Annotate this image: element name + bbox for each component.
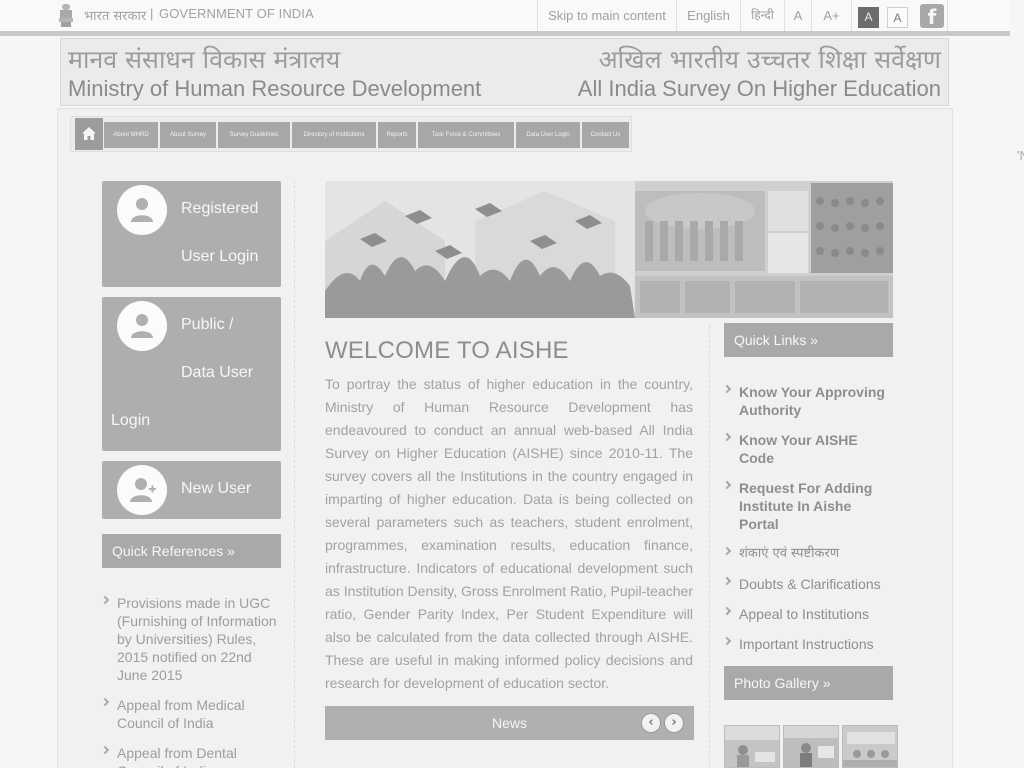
chevron-right-icon (722, 480, 732, 490)
news-label: News (491, 715, 527, 731)
government-english-label: GOVERNMENT OF INDIA (159, 6, 314, 21)
quick-link-item[interactable]: Know Your Approving Authority (722, 383, 894, 419)
nav-contact-us[interactable]: Contact Us (582, 122, 629, 148)
nav-reports[interactable]: Reports (378, 122, 416, 148)
chevron-right-icon (722, 432, 732, 442)
facebook-icon[interactable]: f (920, 4, 944, 29)
contrast-light-button[interactable]: A (887, 7, 908, 28)
registered-login-line1: Registered (181, 200, 259, 217)
quick-link-item[interactable]: Appeal to Institutions (722, 605, 894, 623)
nav-about-survey[interactable]: About Survey (160, 122, 216, 148)
skip-to-main-link[interactable]: Skip to main content (537, 0, 676, 31)
user-avatar-icon (117, 185, 167, 235)
ministry-english-title: Ministry of Human Resource Development (68, 76, 482, 101)
quick-link-item[interactable]: Request For Adding Institute In Aishe Po… (722, 479, 894, 533)
contrast-dark-button[interactable]: A (858, 7, 879, 28)
survey-hindi-title: अखिल भारतीय उच्चतर शिक्षा सर्वेक्षण (598, 45, 941, 74)
nav-data-user-login[interactable]: Data User Login (516, 122, 580, 148)
nav-task-force-committees[interactable]: Task Force & Committees (418, 122, 514, 148)
quick-references-heading: Quick References » (102, 534, 281, 568)
column-divider (294, 180, 295, 768)
nav-survey-guidelines[interactable]: Survey Guidelines (218, 122, 290, 148)
news-ticker: News ‹ › (325, 706, 694, 740)
gallery-thumbnail[interactable] (724, 725, 780, 768)
news-next-button[interactable]: › (664, 713, 684, 733)
photo-gallery-heading[interactable]: Photo Gallery » (724, 666, 893, 700)
font-size-increase-button[interactable]: A+ (811, 0, 851, 31)
quick-link-item[interactable]: Know Your AISHE Code (722, 431, 894, 467)
top-divider (0, 31, 1010, 36)
quick-links-heading: Quick Links » (724, 323, 893, 357)
chevron-right-icon (100, 697, 110, 707)
site-banner: मानव संसाधन विकास मंत्रालय Ministry of H… (60, 38, 949, 106)
language-hindi-link[interactable]: हिन्दी (740, 0, 784, 31)
chevron-right-icon (100, 595, 110, 605)
chevron-right-icon (722, 606, 732, 616)
chevron-right-icon (722, 384, 732, 394)
public-login-line1: Public / (181, 316, 234, 333)
language-english-link[interactable]: English (676, 0, 740, 31)
quick-reference-item[interactable]: Provisions made in UGC (Furnishing of In… (100, 594, 282, 684)
welcome-description: To portray the status of higher educatio… (325, 376, 693, 691)
chevron-right-icon (100, 745, 110, 755)
utility-divider (851, 0, 852, 31)
government-label-separator: | (150, 6, 154, 21)
public-login-line2: Data User (181, 364, 254, 381)
ministry-hindi-title: मानव संसाधन विकास मंत्रालय (68, 45, 341, 74)
hero-graduation-image (325, 181, 893, 318)
new-user-button[interactable]: New User (102, 461, 281, 519)
add-user-icon (117, 465, 167, 515)
news-prev-button[interactable]: ‹ (641, 713, 661, 733)
quick-link-item[interactable]: Important Instructions (722, 635, 894, 653)
gallery-thumbnail[interactable] (842, 725, 898, 768)
survey-english-title: All India Survey On Higher Education (577, 76, 941, 101)
public-data-user-login-button[interactable]: Public / Data User Login (102, 297, 281, 451)
edge-text-fragment: 'N (1017, 148, 1024, 163)
quick-reference-item[interactable]: Appeal from Medical Council of India (100, 696, 282, 732)
welcome-heading: WELCOME TO AISHE (325, 337, 569, 364)
quick-link-item[interactable]: शंकाएं एवं स्पष्टीकरण (722, 545, 894, 563)
nav-about-mhrd[interactable]: About MHRD (104, 122, 158, 148)
chevron-right-icon (722, 636, 732, 646)
quick-reference-item[interactable]: Appeal from Dental Council of India (100, 744, 282, 768)
gallery-thumbnail[interactable] (783, 725, 839, 768)
quick-link-item[interactable]: Doubts & Clarifications (722, 575, 894, 593)
national-emblem-icon (59, 4, 73, 27)
user-avatar-icon (117, 301, 167, 351)
font-size-normal-button[interactable]: A (784, 0, 811, 31)
column-divider (709, 325, 710, 768)
home-icon[interactable] (75, 118, 103, 150)
registered-user-login-button[interactable]: Registered User Login (102, 181, 281, 287)
government-hindi-label: भारत सरकार (84, 9, 147, 24)
public-login-line3: Login (111, 412, 151, 429)
utility-divider (947, 0, 948, 31)
nav-directory-of-institutions[interactable]: Directory of Institutions (292, 122, 376, 148)
chevron-right-icon (722, 576, 732, 586)
main-navigation: About MHRD About Survey Survey Guideline… (70, 116, 632, 152)
new-user-label: New User (181, 480, 252, 497)
chevron-right-icon (722, 546, 732, 556)
registered-login-line2: User Login (181, 248, 259, 265)
